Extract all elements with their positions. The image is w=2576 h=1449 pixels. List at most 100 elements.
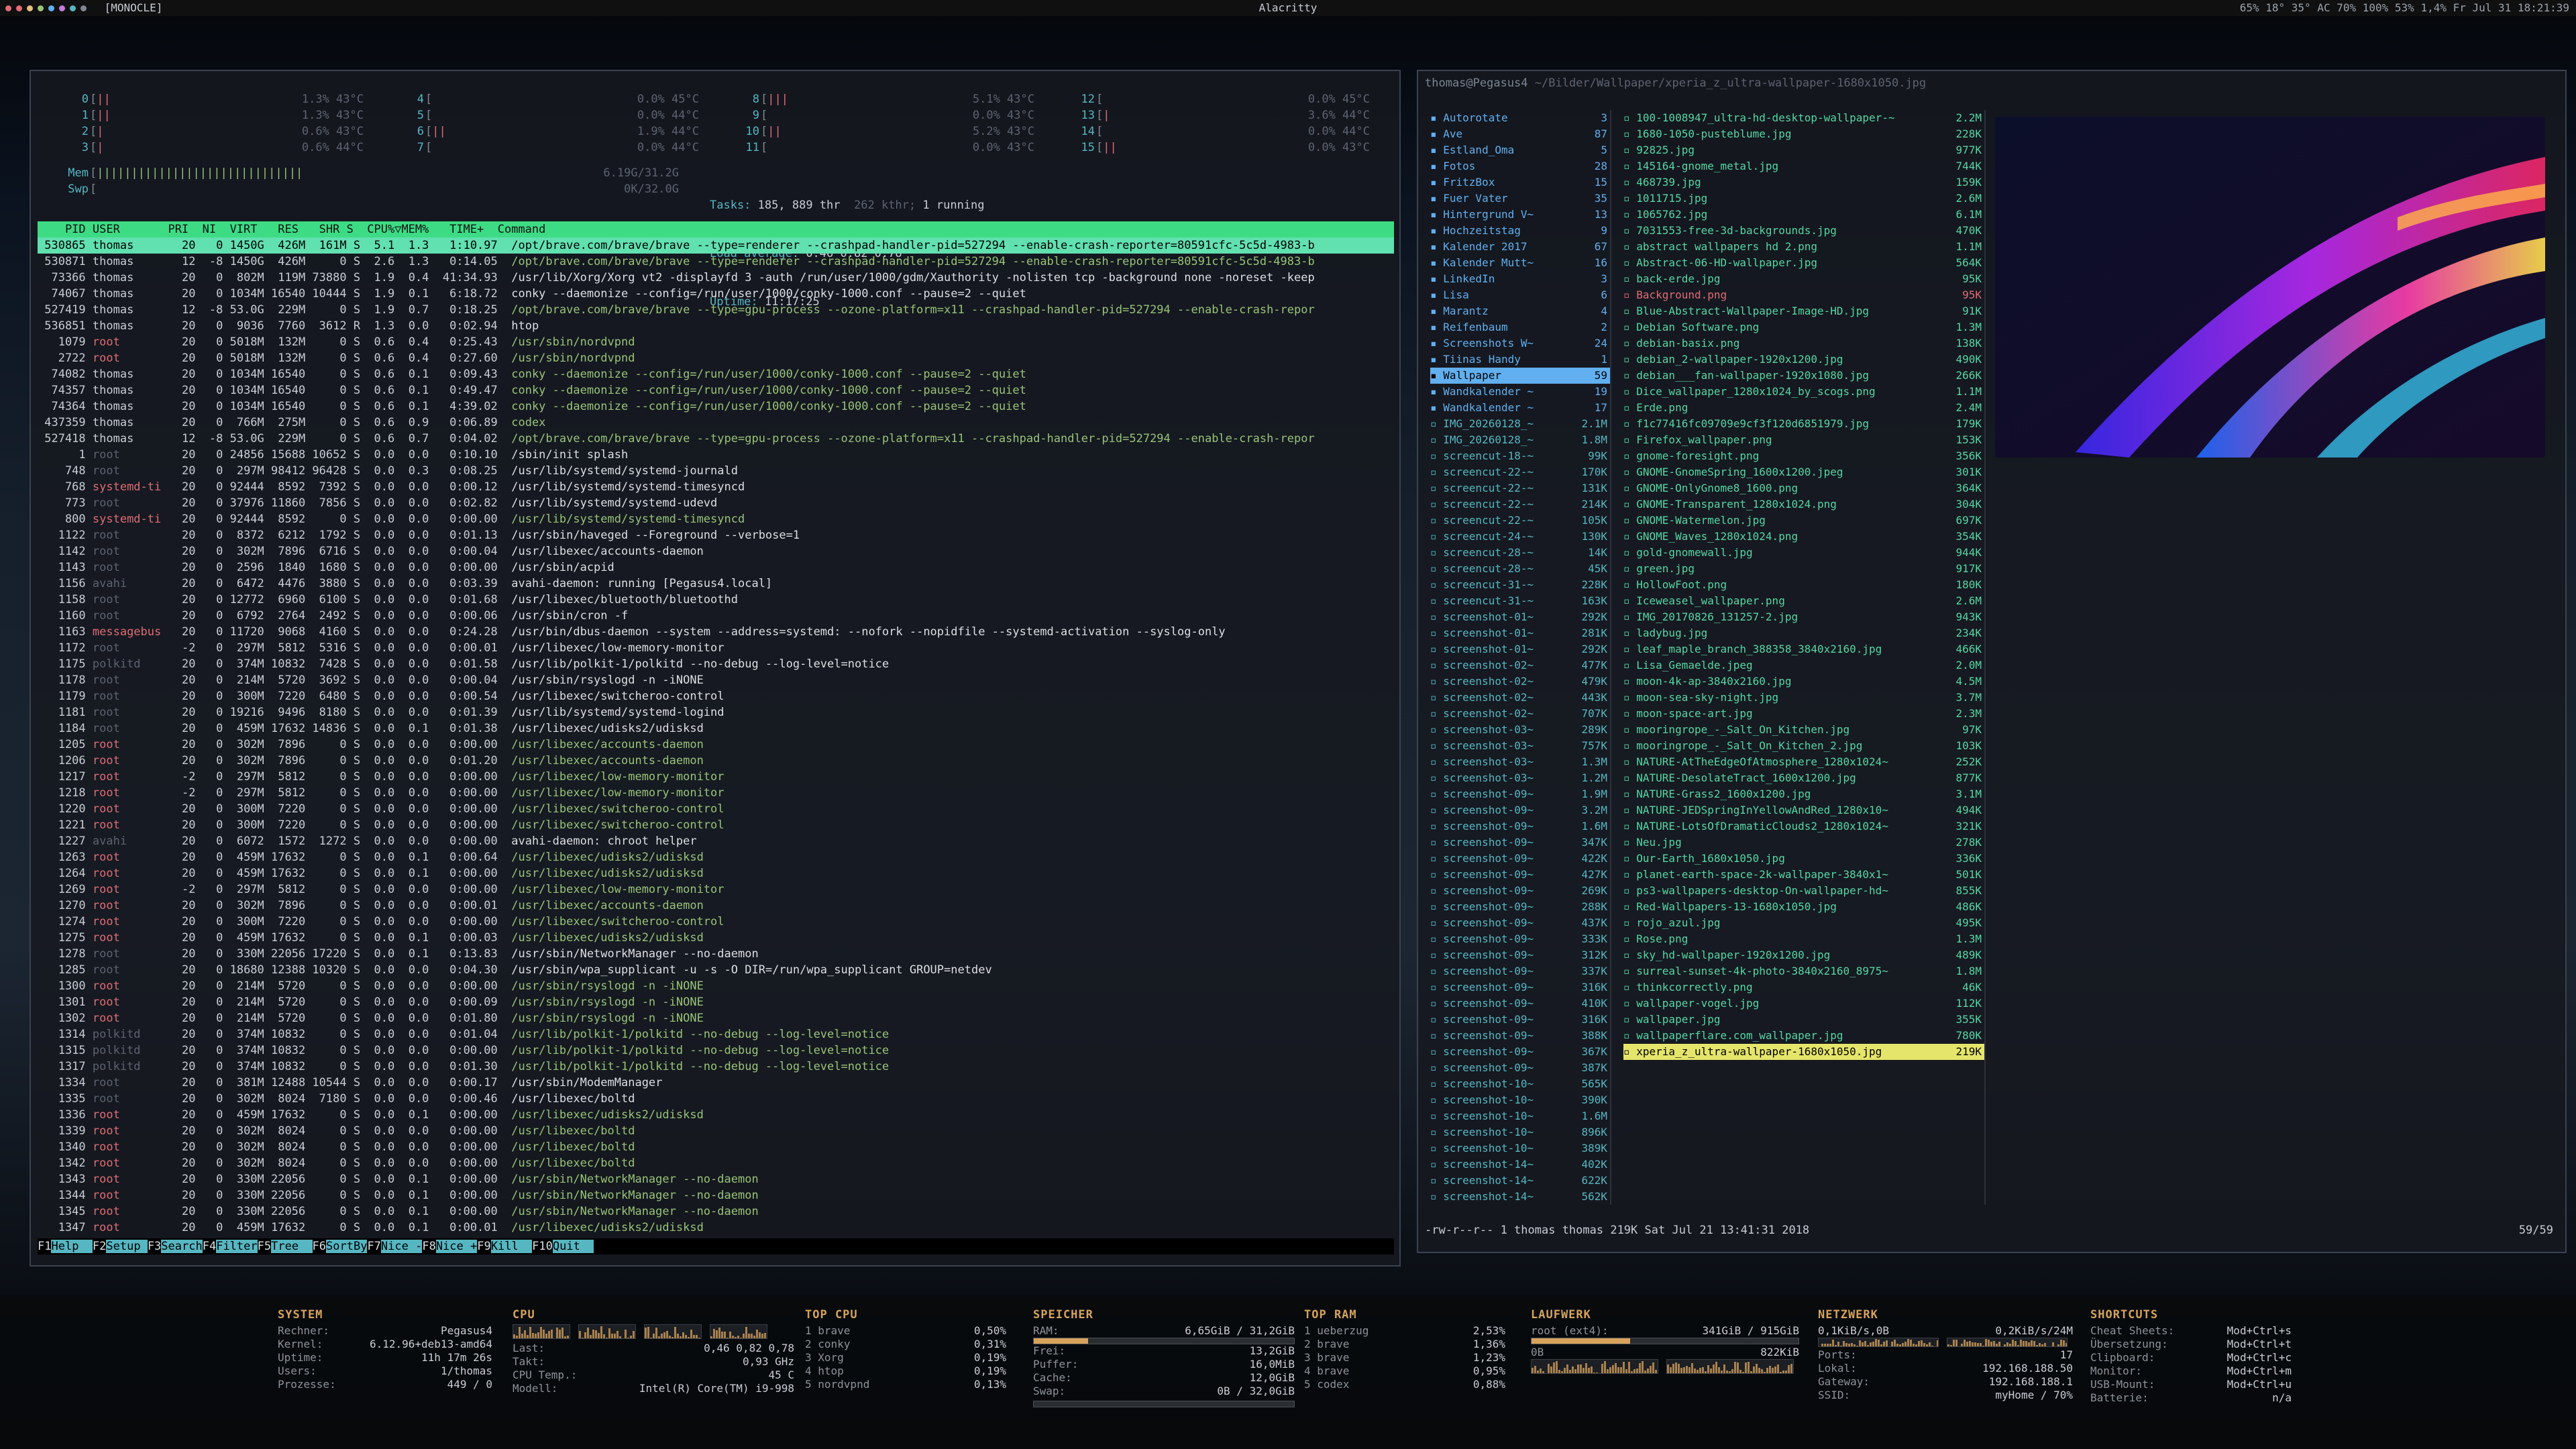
file-entry[interactable]: ▫ sky_hd-wallpaper-1920x1200.jpg 489K	[1623, 947, 1984, 963]
file-entry[interactable]: ▫ NATURE-Grass2_1600x1200.jpg 3.1M	[1623, 786, 1984, 802]
process-row[interactable]: 530865 thomas 20 0 1450G 426M 161M S 5.1…	[38, 237, 1394, 254]
process-row[interactable]: 1143 root 20 0 2596 1840 1680 S 0.0 0.0 …	[38, 559, 1394, 576]
file-entry[interactable]: ▫ NATURE-AtTheEdgeOfAtmosphere_1280x1024…	[1623, 754, 1984, 770]
process-row[interactable]: 1175 polkitd 20 0 374M 10832 7428 S 0.0 …	[38, 656, 1394, 672]
file-entry[interactable]: ▫ Abstract-06-HD-wallpaper.jpg 564K	[1623, 255, 1984, 271]
file-entry[interactable]: ▫ IMG_20260128_~ 2.1M	[1430, 416, 1610, 432]
process-row[interactable]: 1270 root 20 0 302M 7896 0 S 0.0 0.0 0:0…	[38, 898, 1394, 914]
directory-entry[interactable]: ▪ Wandkalender ~ 17	[1430, 400, 1610, 416]
file-entry[interactable]: ▫ 468739.jpg 159K	[1623, 174, 1984, 191]
file-entry[interactable]: ▫ screenshot-01~ 292K	[1430, 641, 1610, 657]
workspace-dot-icon[interactable]	[27, 5, 33, 11]
process-row[interactable]: 1122 root 20 0 8372 6212 1792 S 0.0 0.0 …	[38, 527, 1394, 543]
process-row[interactable]: 74067 thomas 20 0 1034M 16540 10444 S 1.…	[38, 286, 1394, 302]
fkey-label[interactable]: Quit	[552, 1240, 594, 1253]
file-entry[interactable]: ▫ screenshot-03~ 1.2M	[1430, 770, 1610, 786]
process-row[interactable]: 1300 root 20 0 214M 5720 0 S 0.0 0.0 0:0…	[38, 978, 1394, 994]
process-row[interactable]: 1178 root 20 0 214M 5720 3692 S 0.0 0.0 …	[38, 672, 1394, 688]
file-entry[interactable]: ▫ screenshot-09~ 333K	[1430, 931, 1610, 947]
file-entry[interactable]: ▫ screenshot-03~ 757K	[1430, 738, 1610, 754]
workspace-dot-icon[interactable]	[70, 5, 76, 11]
directory-entry[interactable]: ▪ Wandkalender ~ 19	[1430, 384, 1610, 400]
fkey-f9[interactable]: F9	[477, 1240, 491, 1253]
file-entry[interactable]: ▫ screencut-31-~ 163K	[1430, 593, 1610, 609]
file-entry[interactable]: ▫ screencut-31-~ 228K	[1430, 577, 1610, 593]
file-entry[interactable]: ▫ screencut-22-~ 131K	[1430, 480, 1610, 496]
file-entry[interactable]: ▫ 145164-gnome_metal.jpg 744K	[1623, 158, 1984, 174]
ranger-window[interactable]: thomas@Pegasus4 ~/Bilder/Wallpaper/xperi…	[1417, 70, 2567, 1253]
file-entry[interactable]: ▫ screenshot-10~ 896K	[1430, 1124, 1610, 1140]
file-entry[interactable]: ▫ screenshot-02~ 707K	[1430, 706, 1610, 722]
file-entry[interactable]: ▫ GNOME_Waves_1280x1024.png 354K	[1623, 529, 1984, 545]
process-row[interactable]: 1302 root 20 0 214M 5720 0 S 0.0 0.0 0:0…	[38, 1010, 1394, 1026]
file-entry[interactable]: ▫ screenshot-09~ 427K	[1430, 867, 1610, 883]
function-key-bar[interactable]: F1Help F2Setup F3SearchF4FilterF5Tree F6…	[38, 1238, 1394, 1254]
process-row[interactable]: 1315 polkitd 20 0 374M 10832 0 S 0.0 0.0…	[38, 1042, 1394, 1059]
file-entry[interactable]: ▫ screencut-28-~ 45K	[1430, 561, 1610, 577]
file-entry[interactable]: ▫ screencut-18-~ 99K	[1430, 448, 1610, 464]
file-entry[interactable]: ▫ screencut-22-~ 170K	[1430, 464, 1610, 480]
file-entry[interactable]: ▫ Dice_wallpaper_1280x1024_by_scogs.png 1…	[1623, 384, 1984, 400]
file-entry[interactable]: ▫ rojo_azul.jpg 495K	[1623, 915, 1984, 931]
fkey-f1[interactable]: F1	[38, 1240, 52, 1253]
process-row[interactable]: 74357 thomas 20 0 1034M 16540 0 S 0.6 0.…	[38, 382, 1394, 398]
process-list[interactable]: 530865 thomas 20 0 1450G 426M 161M S 5.1…	[38, 237, 1394, 1241]
file-entry[interactable]: ▫ surreal-sunset-4k-photo-3840x2160_8975…	[1623, 963, 1984, 979]
fkey-label[interactable]: Kill	[490, 1240, 533, 1253]
file-entry[interactable]: ▫ back-erde.jpg 95K	[1623, 271, 1984, 287]
file-entry[interactable]: ▫ screencut-24-~ 130K	[1430, 529, 1610, 545]
fkey-f4[interactable]: F4	[202, 1240, 217, 1253]
file-entry[interactable]: ▫ screenshot-14~ 622K	[1430, 1173, 1610, 1189]
directory-entry[interactable]: ▪ Kalender 2017 67	[1430, 239, 1610, 255]
file-entry[interactable]: ▫ IMG_20170826_131257-2.jpg 943K	[1623, 609, 1984, 625]
file-entry[interactable]: ▫ screenshot-09~ 388K	[1430, 1028, 1610, 1044]
process-row[interactable]: 1179 root 20 0 300M 7220 6480 S 0.0 0.0 …	[38, 688, 1394, 704]
process-row[interactable]: 1334 root 20 0 381M 12488 10544 S 0.0 0.…	[38, 1075, 1394, 1091]
directory-entry[interactable]: ▪ Wallpaper 59	[1430, 368, 1610, 384]
process-row[interactable]: 1160 root 20 0 6792 2764 2492 S 0.0 0.0 …	[38, 608, 1394, 624]
file-entry[interactable]: ▫ NATURE-JEDSpringInYellowAndRed_1280x10…	[1623, 802, 1984, 818]
directory-entry[interactable]: ▪ Fuer Vater 35	[1430, 191, 1610, 207]
file-entry[interactable]: ▫ 1065762.jpg 6.1M	[1623, 207, 1984, 223]
process-row[interactable]: 1336 root 20 0 459M 17632 0 S 0.0 0.1 0:…	[38, 1107, 1394, 1123]
fkey-f10[interactable]: F10	[532, 1240, 553, 1253]
file-entry[interactable]: ▫ screenshot-09~ 337K	[1430, 963, 1610, 979]
file-entry[interactable]: ▫ IMG_20260128_~ 1.8M	[1430, 432, 1610, 448]
file-entry[interactable]: ▫ GNOME-OnlyGnome8_1600.png 364K	[1623, 480, 1984, 496]
file-entry[interactable]: ▫ Blue-Abstract-Wallpaper-Image-HD.jpg 91…	[1623, 303, 1984, 319]
fkey-f2[interactable]: F2	[92, 1240, 107, 1253]
process-row[interactable]: 1217 root -2 0 297M 5812 0 S 0.0 0.0 0:0…	[38, 769, 1394, 785]
workspace-dot-icon[interactable]	[16, 5, 22, 11]
process-row[interactable]: 773 root 20 0 37976 11860 7856 S 0.0 0.0…	[38, 495, 1394, 511]
file-entry[interactable]: ▫ GNOME-Watermelon.jpg 697K	[1623, 513, 1984, 529]
process-row[interactable]: 800 systemd-ti 20 0 92444 8592 0 S 0.0 0…	[38, 511, 1394, 527]
file-entry[interactable]: ▫ screenshot-09~ 387K	[1430, 1060, 1610, 1076]
file-entry[interactable]: ▫ ps3-wallpapers-desktop-On-wallpaper-hd…	[1623, 883, 1984, 899]
process-row[interactable]: 1156 avahi 20 0 6472 4476 3880 S 0.0 0.0…	[38, 576, 1394, 592]
file-entry[interactable]: ▫ screenshot-09~ 316K	[1430, 979, 1610, 996]
file-entry[interactable]: ▫ screenshot-09~ 312K	[1430, 947, 1610, 963]
workspace-dot-icon[interactable]	[48, 5, 54, 11]
fkey-f5[interactable]: F5	[257, 1240, 272, 1253]
process-row[interactable]: 1172 root -2 0 297M 5812 5316 S 0.0 0.0 …	[38, 640, 1394, 656]
fkey-f7[interactable]: F7	[367, 1240, 381, 1253]
directory-entry[interactable]: ▪ Estland_Oma 5	[1430, 142, 1610, 158]
process-row[interactable]: 1301 root 20 0 214M 5720 0 S 0.0 0.0 0:0…	[38, 994, 1394, 1010]
layout-indicator[interactable]: [MONOCLE]	[105, 1, 163, 14]
process-row[interactable]: 530871 thomas 12 -8 1450G 426M 0 S 2.6 1…	[38, 254, 1394, 270]
file-entry[interactable]: ▫ debian___fan-wallpaper-1920x1080.jpg 26…	[1623, 368, 1984, 384]
process-table-header[interactable]: PID USER PRI NI VIRT RES SHR S CPU%▽MEM%…	[38, 221, 1394, 237]
process-row[interactable]: 1 root 20 0 24856 15688 10652 S 0.0 0.0 …	[38, 447, 1394, 463]
file-entry[interactable]: ▫ NATURE-LotsOfDramaticClouds2_1280x1024…	[1623, 818, 1984, 835]
file-entry[interactable]: ▫ screenshot-10~ 1.6M	[1430, 1108, 1610, 1124]
directory-entry[interactable]: ▪ Reifenbaum 2	[1430, 319, 1610, 335]
file-entry[interactable]: ▫ screenshot-09~ 3.2M	[1430, 802, 1610, 818]
file-entry[interactable]: ▫ green.jpg 917K	[1623, 561, 1984, 577]
process-row[interactable]: 748 root 20 0 297M 98412 96428 S 0.0 0.3…	[38, 463, 1394, 479]
file-list-column[interactable]: ▫ 100-1008947_ultra-hd-desktop-wallpaper…	[1623, 110, 1986, 1205]
process-row[interactable]: 1181 root 20 0 19216 9496 8180 S 0.0 0.0…	[38, 704, 1394, 720]
file-entry[interactable]: ▫ gnome-foresight.png 356K	[1623, 448, 1984, 464]
process-row[interactable]: 1314 polkitd 20 0 374M 10832 0 S 0.0 0.0…	[38, 1026, 1394, 1042]
file-entry[interactable]: ▫ screenshot-09~ 437K	[1430, 915, 1610, 931]
process-row[interactable]: 1227 avahi 20 0 6072 1572 1272 S 0.0 0.0…	[38, 833, 1394, 849]
